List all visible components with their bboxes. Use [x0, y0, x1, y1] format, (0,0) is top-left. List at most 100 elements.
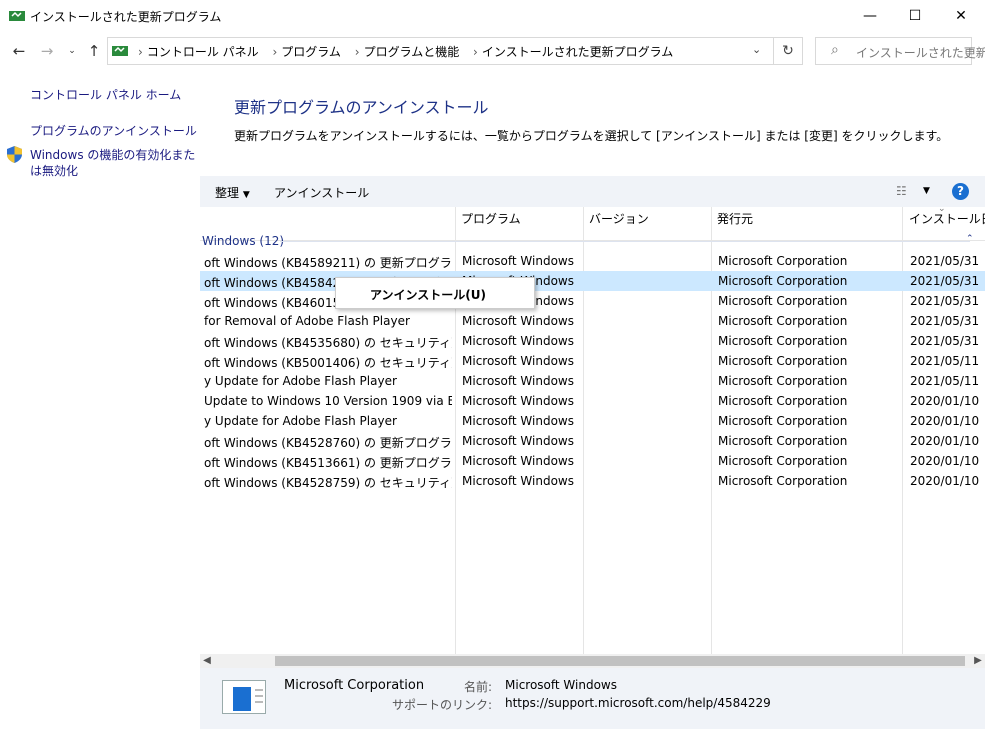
cell-publisher: Microsoft Corporation	[718, 274, 848, 288]
table-row[interactable]: oft Windows (KB4535680) の セキュリティ更新プロ... M…	[200, 331, 985, 351]
breadcrumb-separator-icon: ›	[473, 45, 478, 59]
cell-publisher: Microsoft Corporation	[718, 254, 848, 268]
refresh-icon[interactable]: ↻	[774, 37, 803, 65]
details-name-value: Microsoft Windows	[505, 678, 617, 692]
cell-name: y Update for Adobe Flash Player	[204, 374, 397, 388]
details-pane: Microsoft Corporation 名前: Microsoft Wind…	[200, 668, 985, 729]
forward-arrow-icon[interactable]: →	[37, 41, 57, 61]
scrollbar-thumb[interactable]	[275, 656, 965, 666]
cell-program: Microsoft Windows	[462, 254, 574, 268]
cell-publisher: Microsoft Corporation	[718, 294, 848, 308]
close-button[interactable]: ✕	[938, 0, 984, 31]
chevron-down-icon: ▼	[242, 190, 250, 200]
back-arrow-icon[interactable]: ←	[9, 41, 29, 61]
table-row[interactable]: oft Windows (KB4528760) の 更新プログラム Microso…	[200, 431, 985, 451]
column-header-program[interactable]: プログラム	[461, 207, 521, 240]
cell-date: 2021/05/31	[910, 274, 980, 288]
breadcrumb-installed-updates[interactable]: インストールされた更新プログラム	[482, 45, 673, 59]
view-options-icon[interactable]: ☷	[896, 184, 907, 198]
table-row[interactable]: oft Windows (KB4601556) のMicrosoft Windo…	[200, 291, 985, 311]
up-arrow-icon[interactable]: ↑	[84, 41, 104, 61]
breadcrumb-programs[interactable]: プログラム	[281, 45, 341, 59]
recent-locations-chevron-icon[interactable]: ⌄	[62, 41, 82, 61]
sort-chevron-icon: ⌄	[938, 207, 946, 214]
cell-publisher: Microsoft Corporation	[718, 474, 848, 488]
organize-button[interactable]: 整理 ▼	[215, 184, 250, 201]
table-row[interactable]: for Removal of Adobe Flash Player Microso…	[200, 311, 985, 331]
cell-program: Microsoft Windows	[462, 314, 574, 328]
cell-name: oft Windows (KB4589211) の 更新プログラム	[204, 256, 452, 270]
details-support-label: サポートのリンク:	[391, 698, 492, 712]
breadcrumb: › コントロール パネル › プログラム › プログラムと機能 › インストールされた更…	[132, 43, 677, 60]
help-icon[interactable]: ?	[952, 183, 969, 200]
breadcrumb-programs-features[interactable]: プログラムと機能	[364, 45, 460, 59]
address-bar[interactable]: › コントロール パネル › プログラム › プログラムと機能 › インストールされた更…	[107, 37, 774, 65]
cell-name: oft Windows (KB5001406) の セキュリティ更新プロ...	[204, 356, 452, 370]
cell-date: 2020/01/10	[910, 414, 980, 428]
address-row: ← → ⌄ ↑ › コントロール パネル › プログラム › プログラムと機能 › イン…	[0, 31, 985, 71]
cell-publisher: Microsoft Corporation	[718, 334, 848, 348]
cell-date: 2021/05/11	[910, 354, 980, 368]
column-header-version[interactable]: バージョン	[589, 207, 649, 240]
cell-date: 2021/05/31	[910, 314, 980, 328]
cell-name: for Removal of Adobe Flash Player	[204, 314, 410, 328]
cell-name: oft Windows (KB4528759) の セキュリティ更新プロ...	[204, 476, 452, 490]
command-bar: 整理 ▼ アンインストール ☷ ▼	[200, 176, 985, 207]
cell-date: 2021/05/31	[910, 254, 980, 268]
chevron-down-icon[interactable]: ⌄	[752, 43, 761, 56]
title-bar: インストールされた更新プログラム — ☐ ✕	[0, 0, 985, 31]
table-row[interactable]: y Update for Adobe Flash Player Microsoft…	[200, 411, 985, 431]
window-title: インストールされた更新プログラム	[30, 10, 222, 24]
table-row[interactable]: oft Windows (KB4584229) の 更新プログラムMicroso…	[200, 271, 985, 291]
updates-list: プログラム バージョン 発行元 インストール日 ⌄ Windows (12) ⌃…	[200, 207, 985, 654]
minimize-button[interactable]: —	[847, 0, 893, 31]
group-header[interactable]: Windows (12)	[202, 234, 284, 248]
details-publisher: Microsoft Corporation	[284, 678, 425, 693]
cell-publisher: Microsoft Corporation	[718, 354, 848, 368]
column-header-publisher[interactable]: 発行元	[717, 207, 753, 240]
collapse-group-icon[interactable]: ⌃	[966, 234, 974, 244]
context-menu: アンインストール(U)	[335, 277, 535, 309]
control-panel-icon	[112, 46, 128, 56]
cell-name: y Update for Adobe Flash Player	[204, 414, 397, 428]
uninstall-button[interactable]: アンインストール	[274, 184, 369, 201]
cell-program: Microsoft Windows	[462, 374, 574, 388]
table-row[interactable]: Update to Windows 10 Version 1909 via En…	[200, 391, 985, 411]
cell-name: oft Windows (KB4535680) の セキュリティ更新プロ...	[204, 336, 452, 350]
table-row[interactable]: oft Windows (KB4589211) の 更新プログラム Microso…	[200, 251, 985, 271]
cell-publisher: Microsoft Corporation	[718, 314, 848, 328]
cell-name: oft Windows (KB4528760) の 更新プログラム	[204, 436, 452, 450]
search-box[interactable]: ⌕ インストールされた更新...	[815, 37, 985, 65]
scroll-left-icon[interactable]: ◀	[200, 654, 214, 668]
sidebar-link-windows-features[interactable]: Windows の機能の有効化または無効化	[30, 147, 198, 179]
cell-publisher: Microsoft Corporation	[718, 414, 848, 428]
organize-label: 整理	[215, 186, 240, 200]
breadcrumb-separator-icon: ›	[354, 45, 360, 59]
cell-publisher: Microsoft Corporation	[718, 434, 848, 448]
table-row[interactable]: oft Windows (KB4513661) の 更新プログラム Microso…	[200, 451, 985, 471]
breadcrumb-control-panel[interactable]: コントロール パネル	[147, 45, 259, 59]
search-input[interactable]: インストールされた更新...	[856, 44, 985, 61]
sidebar-link-home[interactable]: コントロール パネル ホーム	[30, 87, 181, 103]
sidebar-link-uninstall[interactable]: プログラムのアンインストール	[30, 123, 197, 139]
details-support-link[interactable]: https://support.microsoft.com/help/45842…	[505, 696, 771, 710]
search-icon: ⌕	[831, 42, 839, 58]
table-row[interactable]: oft Windows (KB5001406) の セキュリティ更新プロ... M…	[200, 351, 985, 371]
maximize-button[interactable]: ☐	[892, 0, 938, 31]
update-package-icon	[222, 680, 266, 714]
table-row[interactable]: y Update for Adobe Flash Player Microsoft…	[200, 371, 985, 391]
cell-program: Microsoft Windows	[462, 354, 574, 368]
cell-name: oft Windows (KB4513661) の 更新プログラム	[204, 456, 452, 470]
shield-icon	[7, 146, 22, 163]
cell-date: 2020/01/10	[910, 474, 980, 488]
scroll-right-icon[interactable]: ▶	[971, 654, 985, 668]
chevron-down-icon[interactable]: ▼	[923, 186, 930, 196]
cell-date: 2020/01/10	[910, 394, 980, 408]
context-menu-uninstall[interactable]: アンインストール(U)	[370, 286, 486, 303]
cell-program: Microsoft Windows	[462, 414, 574, 428]
cell-name: Update to Windows 10 Version 1909 via En…	[204, 394, 452, 408]
cell-program: Microsoft Windows	[462, 454, 574, 468]
table-row[interactable]: oft Windows (KB4528759) の セキュリティ更新プロ... M…	[200, 471, 985, 491]
horizontal-scrollbar[interactable]: ◀ ▶	[200, 654, 985, 668]
column-header-install-date[interactable]: インストール日	[909, 207, 985, 240]
